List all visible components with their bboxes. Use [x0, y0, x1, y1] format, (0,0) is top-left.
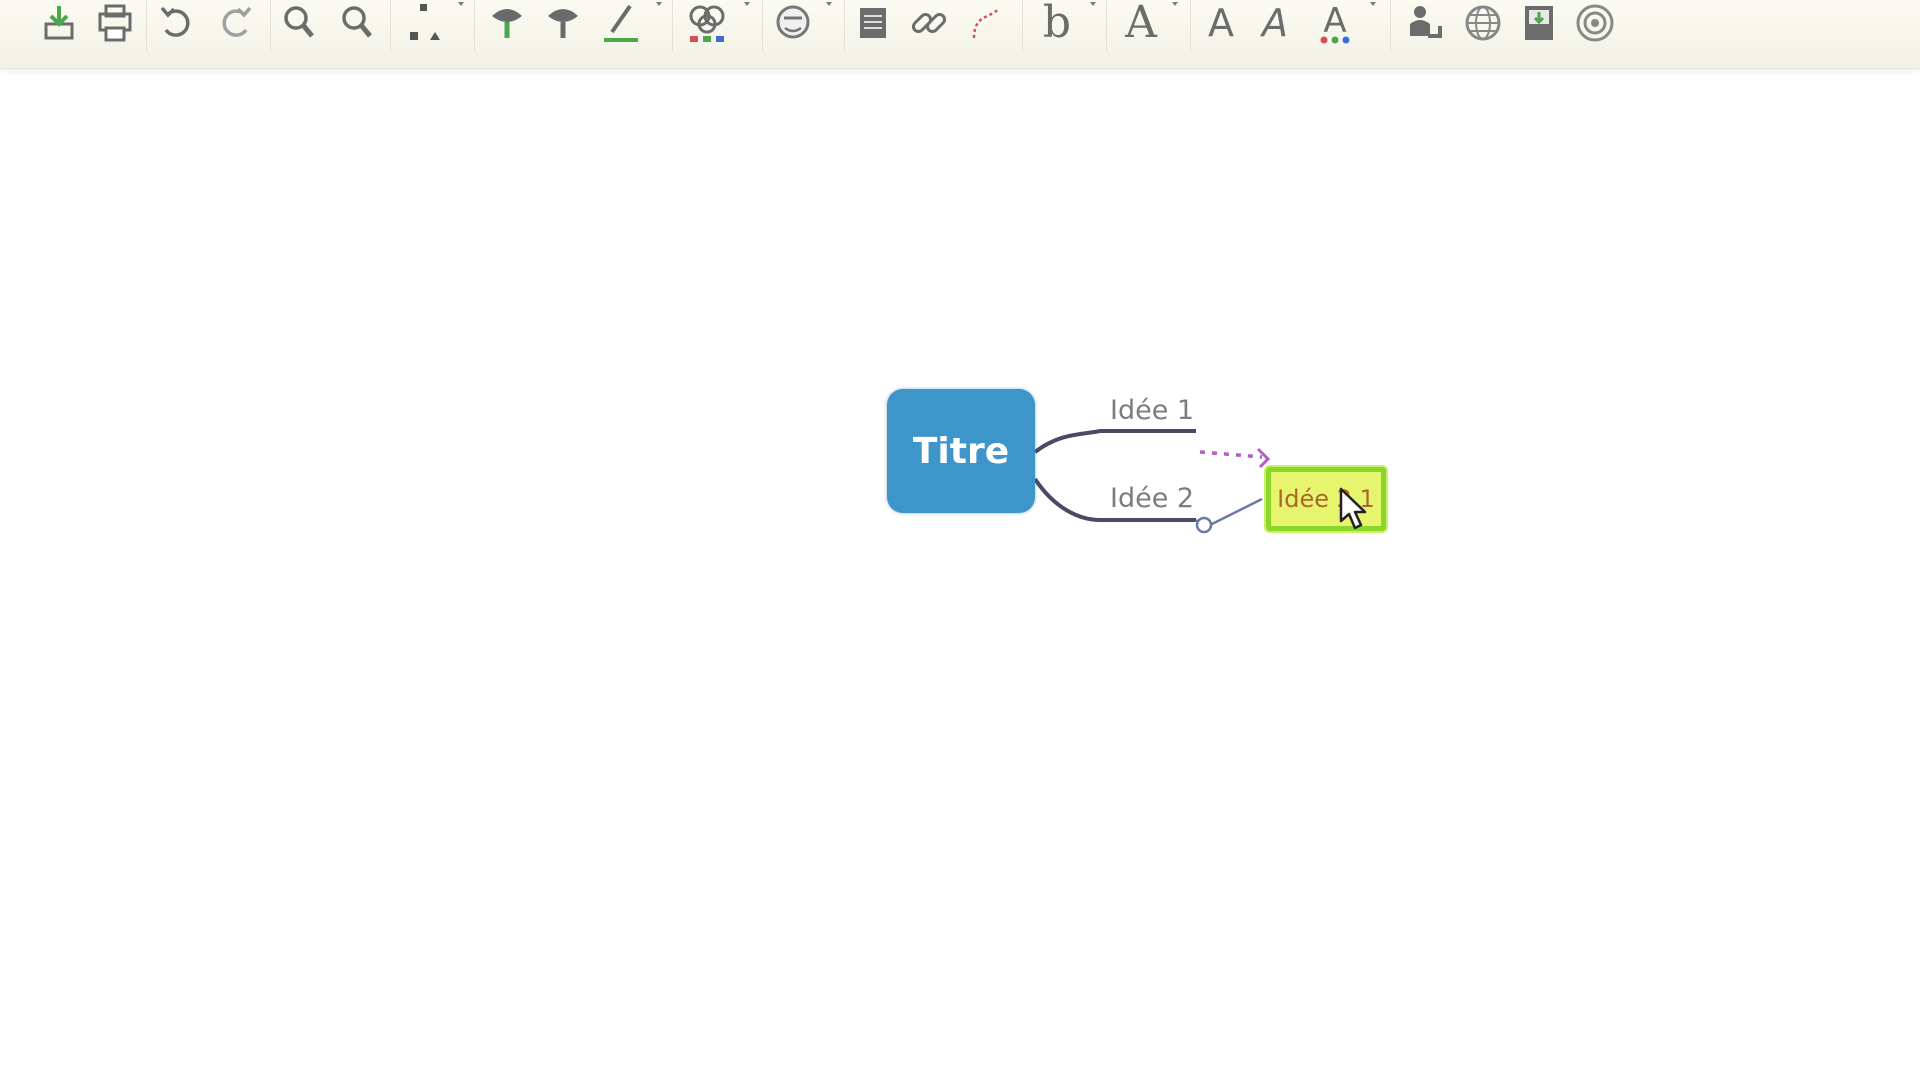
- toolbar-separator: [1390, 0, 1391, 52]
- topic-idea-2[interactable]: Idée 2: [1110, 483, 1194, 514]
- toolbar-separator: [844, 0, 845, 52]
- italic-icon[interactable]: A: [1252, 0, 1298, 46]
- font-color-glyph: A: [1323, 1, 1346, 41]
- font-style-dropdown-arrow[interactable]: [1090, 2, 1096, 6]
- toolbar-separator: [146, 0, 147, 52]
- branch-line-idea-1: [1033, 429, 1196, 454]
- relationship-arrowhead: [1256, 447, 1271, 469]
- redo-icon[interactable]: [212, 0, 258, 46]
- export-icon[interactable]: [36, 0, 82, 46]
- branch-connectors: [1033, 429, 1271, 534]
- toolbar-separator: [1106, 0, 1107, 52]
- history-icon[interactable]: [1572, 0, 1618, 46]
- toolbar-separator: [390, 0, 391, 52]
- add-sibling-topic-icon[interactable]: [540, 0, 586, 46]
- font-color-dropdown-arrow[interactable]: [1370, 2, 1376, 6]
- topic-color-dropdown-arrow[interactable]: [744, 2, 750, 6]
- mind-map-canvas[interactable]: Titre Idée 1 Idée 2 Idée 2.1: [0, 69, 1920, 1080]
- relationship-line[interactable]: [1199, 450, 1263, 459]
- toolbar-separator: [1022, 0, 1023, 52]
- publish-web-icon[interactable]: [1460, 0, 1506, 46]
- layout-dropdown-arrow[interactable]: [458, 2, 464, 6]
- bold-glyph: A: [1208, 1, 1234, 45]
- relationship-icon[interactable]: [962, 0, 1008, 46]
- mind-map-app: b A A A A Titre Idée 1 Idée 2 Idée 2.1: [0, 0, 1920, 1080]
- line-color-dropdown-arrow[interactable]: [656, 2, 662, 6]
- italic-glyph: A: [1262, 1, 1288, 45]
- collapse-handle[interactable]: [1195, 516, 1213, 534]
- zoom-out-icon[interactable]: [334, 0, 380, 46]
- font-style-glyph: b: [1042, 0, 1072, 48]
- link-icon[interactable]: [906, 0, 952, 46]
- toolbar-separator: [474, 0, 475, 52]
- toolbar-separator: [672, 0, 673, 52]
- print-icon[interactable]: [92, 0, 138, 46]
- layout-icon[interactable]: [400, 0, 446, 46]
- emoji-dropdown-arrow[interactable]: [826, 2, 832, 6]
- central-topic[interactable]: Titre: [887, 389, 1035, 513]
- emoji-icon[interactable]: [770, 0, 816, 46]
- font-style-icon[interactable]: b: [1034, 0, 1080, 46]
- toolbar-separator: [1190, 0, 1191, 52]
- note-icon[interactable]: [850, 0, 896, 46]
- toolbar-separator: [762, 0, 763, 52]
- topic-idea-2-1-selected[interactable]: Idée 2.1: [1266, 467, 1386, 531]
- topic-color-icon[interactable]: [684, 0, 730, 46]
- font-color-icon[interactable]: A: [1312, 0, 1358, 46]
- topic-idea-1[interactable]: Idée 1: [1110, 395, 1194, 426]
- mouse-pointer-icon: [1339, 487, 1367, 530]
- undo-icon[interactable]: [154, 0, 200, 46]
- line-color-icon[interactable]: [598, 0, 644, 46]
- main-toolbar: b A A A A: [0, 0, 1920, 69]
- central-topic-label: Titre: [912, 430, 1010, 472]
- add-child-topic-icon[interactable]: [484, 0, 530, 46]
- font-size-glyph: A: [1125, 0, 1157, 48]
- font-size-icon[interactable]: A: [1118, 0, 1164, 46]
- share-users-icon[interactable]: [1402, 0, 1448, 46]
- bold-icon[interactable]: A: [1198, 0, 1244, 46]
- save-export-icon[interactable]: [1516, 0, 1562, 46]
- zoom-in-icon[interactable]: [276, 0, 322, 46]
- font-size-dropdown-arrow[interactable]: [1172, 2, 1178, 6]
- toolbar-separator: [270, 0, 271, 52]
